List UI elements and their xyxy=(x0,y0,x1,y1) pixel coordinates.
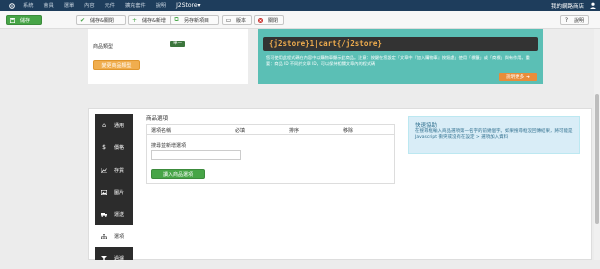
product-tabs-nav: ⌂ 通用 $ 價格 存貨 圖片 運送 選項 過濾 xyxy=(95,114,133,262)
scrollbar-thumb[interactable] xyxy=(595,94,599,224)
change-product-type-button[interactable]: 變更商品類型 xyxy=(93,60,140,70)
quick-help-box: 快速協助 在搜尋框輸入商品選項第一名字的前幾個字。如果搜尋框沒回傳結果，將可能是… xyxy=(408,116,580,154)
nav-users[interactable]: 會員 xyxy=(43,2,53,9)
copy-icon: ⧉ xyxy=(174,16,179,23)
learn-more-button[interactable]: 說明更多 ➜ xyxy=(499,73,537,81)
help-button[interactable]: ? 說明 xyxy=(560,15,589,25)
page-scrollbar[interactable] xyxy=(594,29,600,260)
option-search-label: 搜尋並新增選項 xyxy=(151,143,187,149)
image-icon xyxy=(100,189,108,195)
close-icon xyxy=(256,16,265,24)
arrow-right-icon: ➜ xyxy=(526,74,530,80)
toolbar: 儲存 ✔ 儲存&關閉 + 儲存&新增 ⧉ 另存新項目 ▭ 版本 關閉 ? 說明 xyxy=(0,11,600,29)
tab-options[interactable]: 選項 xyxy=(95,225,133,247)
site-name-link[interactable]: 我的網路商店 xyxy=(551,2,584,10)
tab-filters[interactable]: 過濾 xyxy=(95,247,133,269)
plus-icon: + xyxy=(131,16,138,24)
quick-help-title: 快速協助 xyxy=(415,123,438,129)
joomla-logo-icon[interactable] xyxy=(9,2,15,9)
nav-content[interactable]: 內容 xyxy=(84,2,94,9)
product-type-badge: 單一 xyxy=(170,41,185,47)
column-header-required: 必填 xyxy=(235,128,246,134)
column-header-option-name: 選項名稱 xyxy=(151,128,172,134)
tab-shipping[interactable]: 運送 xyxy=(95,203,133,225)
nav-components[interactable]: 元件 xyxy=(105,2,115,9)
save-icon xyxy=(8,16,17,24)
options-section-title: 商品選項 xyxy=(146,116,169,122)
save-copy-button[interactable]: ⧉ 另存新項目 xyxy=(170,15,219,25)
options-table: 選項名稱 必填 排序 移除 搜尋並新增選項 讀入商品選項 xyxy=(146,124,395,184)
check-icon: ✔ xyxy=(79,16,86,24)
nav-j2store[interactable]: J2Store▾ xyxy=(176,2,200,9)
quick-help-body: 在搜尋框輸入商品選項第一名字的前幾個字。如果搜尋框沒回傳結果，將可能是 Java… xyxy=(415,129,573,140)
top-navbar: 系統 會員 選單 內容 元件 擴充套件 說明 J2Store▾ 我的網路商店 xyxy=(0,0,600,11)
versions-button[interactable]: ▭ 版本 xyxy=(222,15,252,25)
shortcode-panel: {j2store}1|cart{/j2store} 您可使用此程式碼在內容中以購… xyxy=(258,29,543,84)
option-search-input[interactable] xyxy=(151,150,241,160)
shortcode-code: {j2store}1|cart{/j2store} xyxy=(263,37,538,51)
close-button[interactable]: 關閉 xyxy=(254,15,284,25)
chart-icon xyxy=(100,167,108,173)
options-table-header: 選項名稱 必填 排序 移除 xyxy=(147,125,394,135)
dollar-icon: $ xyxy=(102,143,106,151)
home-icon: ⌂ xyxy=(102,121,106,129)
tab-price[interactable]: $ 價格 xyxy=(95,136,133,158)
question-icon: ? xyxy=(564,16,569,24)
sitemap-icon xyxy=(100,233,108,239)
save-close-button[interactable]: ✔ 儲存&關閉 xyxy=(76,15,126,25)
save-button[interactable]: 儲存 xyxy=(6,15,42,25)
tab-images[interactable]: 圖片 xyxy=(95,181,133,203)
tab-general[interactable]: ⌂ 通用 xyxy=(95,114,133,136)
add-option-button[interactable]: 讀入商品選項 xyxy=(151,169,205,179)
nav-system[interactable]: 系統 xyxy=(23,2,33,9)
column-header-remove: 移除 xyxy=(343,128,354,134)
column-header-ordering: 排序 xyxy=(289,128,300,134)
nav-menus[interactable]: 選單 xyxy=(64,2,74,9)
user-icon[interactable] xyxy=(589,2,597,9)
product-type-label: 商品類型 xyxy=(93,44,114,50)
nav-help[interactable]: 說明 xyxy=(156,2,166,9)
archive-icon: ▭ xyxy=(225,16,232,24)
truck-icon xyxy=(100,212,108,217)
nav-extensions[interactable]: 擴充套件 xyxy=(125,2,146,9)
tab-inventory[interactable]: 存貨 xyxy=(95,159,133,181)
product-type-panel: 商品類型 單一 變更商品類型 xyxy=(88,29,248,84)
shortcode-description: 您可使用此程式碼在內容中以購物車顯示此商品。注意：按鍵在您設定「文章中『加入購物… xyxy=(266,55,530,66)
